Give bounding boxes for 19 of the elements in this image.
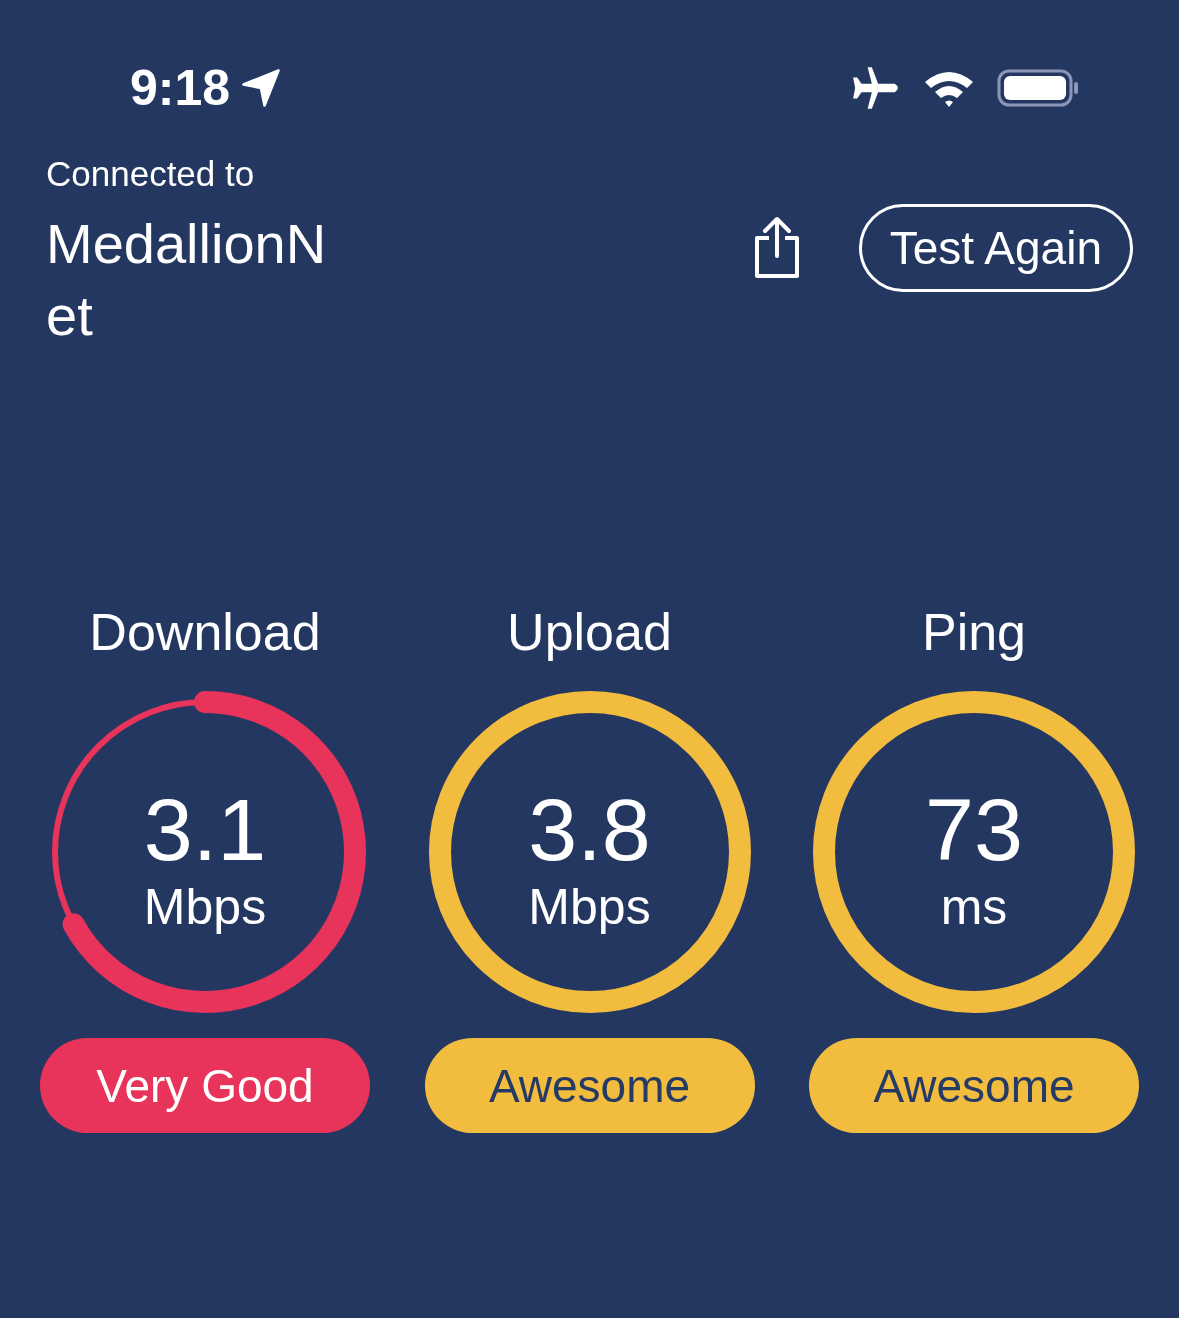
rating-badge: Very Good	[40, 1038, 370, 1133]
connected-caption: Connected to	[46, 154, 256, 194]
metric-label: Upload	[507, 602, 672, 662]
location-arrow-icon	[240, 67, 283, 109]
metric-unit: ms	[940, 878, 1008, 936]
rating-badge: Awesome	[809, 1038, 1139, 1133]
metric-unit: Mbps	[143, 878, 267, 936]
metric-label: Ping	[921, 602, 1027, 662]
metric-value: 3.8	[528, 782, 651, 878]
test-again-button[interactable]: Test Again	[858, 204, 1133, 292]
metric-value: 3.1	[143, 782, 267, 878]
rating-badge: Awesome	[424, 1038, 755, 1133]
metric-value: 73	[925, 782, 1023, 878]
battery-icon	[997, 68, 1079, 108]
metric-unit: Mbps	[528, 878, 651, 936]
metric-label: Download	[89, 602, 321, 662]
airplane-icon	[851, 67, 901, 109]
network-name: MedallionNet	[46, 211, 328, 349]
clock-time: 9:18	[130, 59, 231, 117]
